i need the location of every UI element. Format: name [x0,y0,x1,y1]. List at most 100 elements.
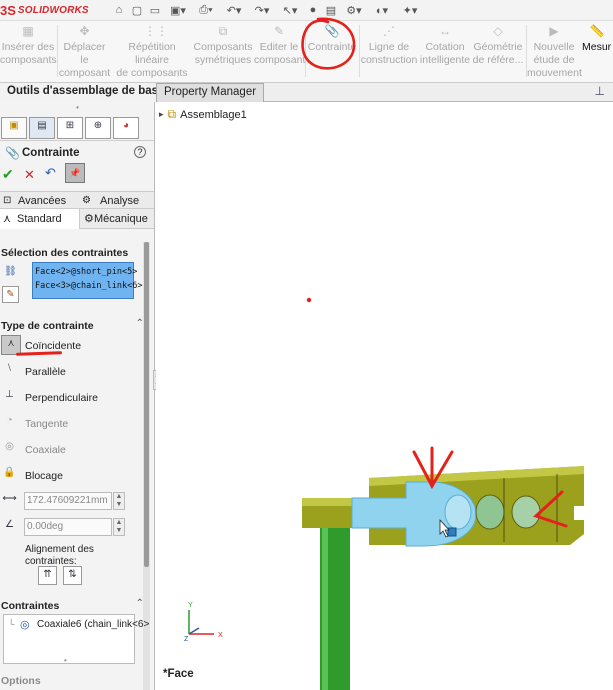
tree-line-icon: └ [8,619,15,629]
new-motion-study-button[interactable]: ▶ Nouvelle étude de mouvement [527,21,582,83]
edit-component-button[interactable]: ✎ Editer le composant [254,21,306,83]
redo-icon[interactable]: ↷▾ [248,2,276,18]
ok-check-icon[interactable]: ✔ [2,166,14,183]
subtab-advanced[interactable]: Avancées [18,195,66,207]
green-pin-highlight [322,522,328,690]
home-icon[interactable]: ⌂ [110,2,128,18]
pin-dialog-icon[interactable]: 📌 [65,163,85,183]
help-icon[interactable]: ? [134,146,146,158]
mate-alignment-label: Alignement des contraintes: [25,544,94,564]
reference-geometry-label-1: Géométrie [473,41,523,53]
options-heading: Options [1,675,41,687]
subtab-standard[interactable]: Standard [17,213,62,225]
mate-option-coincident[interactable]: Coïncidente [25,340,81,352]
reference-geometry-label-2: de référe... [472,54,524,66]
distance-icon[interactable]: ⟷ [1,491,18,508]
panel-scrollbar-thumb[interactable] [144,242,149,567]
selection-listbox[interactable]: Face<2>@short_pin<5> Face<3>@chain_link<… [32,262,142,299]
rebuild-icon[interactable]: ● [304,2,322,18]
display-icon[interactable]: ✦▾ [396,2,424,18]
move-component-button[interactable]: ✥ Déplacer le composant [58,21,111,83]
motion-study-label-2: étude de [533,54,575,66]
selection-item-1[interactable]: Face<2>@short_pin<5> [35,265,137,279]
measure-button[interactable]: 📏 Mesur [582,21,613,83]
linear-pattern-icon: ⋮⋮ [144,24,168,38]
mate-list-item[interactable]: Coaxiale6 (chain_link<6> [37,619,149,630]
edit-component-label-2: composant [254,54,306,66]
mates-listbox[interactable]: └ ◎ Coaxiale6 (chain_link<6> • [3,614,149,665]
collapse-mates-icon[interactable]: ⌃ [136,598,144,609]
tab-property-manager[interactable]: Property Manager [156,83,265,102]
origin-dot [306,297,312,303]
view-icon[interactable]: ◐▾ [368,2,396,18]
distance-field[interactable]: 172.47609221mm [24,492,112,510]
parallel-icon[interactable]: ⧵ [1,361,18,378]
undo-icon[interactable]: ↶▾ [220,2,248,18]
open-icon[interactable]: ▭ [146,2,164,18]
construction-line-label-2: construction [360,54,418,66]
tab-assembly-tools[interactable]: Outils d'assemblage de base [0,83,172,102]
cancel-x-icon[interactable]: ✕ [24,167,35,183]
subtab-standard-bg[interactable]: ⋏ Standard [0,209,80,229]
mate-option-tangent[interactable]: Tangente [25,418,68,430]
undo-mate-icon[interactable]: ↶ [45,165,56,181]
angle-icon[interactable]: ∠ [1,517,18,534]
mirror-components-button[interactable]: ⧉ Composants symétriques [193,21,253,83]
yellow-plate-left-top [302,498,356,506]
subtab-mechanical[interactable]: Mécanique [94,213,148,225]
insert-components-label-1: Insérer des [1,41,55,53]
selection-handle[interactable] [447,527,457,537]
mate-option-parallel[interactable]: Parallèle [25,366,66,378]
linear-pattern-button[interactable]: ⋮⋮ Répétition linéaire de composants [112,21,192,83]
collapse-type-icon[interactable]: ⌃ [136,318,144,329]
reference-geometry-button[interactable]: ◇ Géométrie de référe... [472,21,524,83]
model-scene: Y X Z [184,297,584,690]
triad-z-axis [188,627,200,635]
options-icon[interactable]: ⚙▾ [340,2,368,18]
display-manager-icon[interactable]: ◕ [113,117,139,139]
dimxpert-icon[interactable]: ⊕ [85,117,111,139]
listbox-handle[interactable]: • [64,656,67,665]
angle-field[interactable]: 0.00deg [24,518,112,536]
mate-option-perpendicular[interactable]: Perpendiculaire [25,392,98,404]
pin-icon[interactable]: ⊥ [595,84,605,98]
mate-paperclip-icon: 📎 [5,146,20,160]
panel-collapse-handle[interactable]: • [0,103,154,113]
solidworks-logo-text: SOLIDWORKS [17,5,89,16]
feature-manager-icon[interactable]: ▣ [1,117,27,139]
insert-components-button[interactable]: ▦ Insérer des composants [0,21,57,83]
select-icon[interactable]: ↖▾ [276,2,304,18]
distance-stepper[interactable]: ▲ ▼ [113,492,125,510]
mate-button[interactable]: 📎 Contrainte [306,21,358,83]
graphics-area[interactable]: ▸ ⧉ Assemblage1 Y X Z *Face [156,102,613,690]
multi-mate-icon[interactable]: ✎ [2,286,19,303]
measure-icon: 📏 [589,24,605,38]
insert-components-label-2: composants [0,54,57,66]
align-aligned-icon[interactable]: ⇈ [38,566,57,585]
smart-dimension-label-2: intelligente [419,54,471,66]
smart-dimension-button[interactable]: ↔ Cotation intelligente [419,21,471,83]
property-manager-icon[interactable]: ▤ [29,117,55,139]
new-icon[interactable]: ▢ [128,2,146,18]
print-icon[interactable]: ⎙▾ [192,2,220,18]
construction-line-icon: ⋰ [383,24,395,38]
mate-option-lock[interactable]: Blocage [25,470,63,482]
selection-item-2[interactable]: Face<3>@chain_link<6> [35,279,142,293]
tangent-icon[interactable]: ◔ [1,413,18,430]
construction-line-button[interactable]: ⋰ Ligne de construction [360,21,418,83]
save-icon[interactable]: ▣▾ [164,2,192,18]
linear-pattern-label-2: de composants [116,67,188,79]
construction-line-label-1: Ligne de [368,41,410,53]
smart-dimension-label-1: Cotation [425,41,465,53]
mate-option-concentric[interactable]: Coaxiale [25,444,66,456]
angle-stepper[interactable]: ▲ ▼ [113,518,125,536]
subtab-analysis[interactable]: Analyse [100,195,139,207]
lock-icon[interactable]: 🔒 [1,465,18,482]
file-props-icon[interactable]: ▤ [322,2,340,18]
mate-selection-icon: ⛓ [4,266,17,277]
edit-component-label-1: Editer le [259,41,299,53]
perpendicular-icon[interactable]: ⊥ [1,387,18,404]
align-anti-aligned-icon[interactable]: ⇅ [63,566,82,585]
concentric-icon[interactable]: ◎ [1,439,18,456]
config-manager-icon[interactable]: ⊞ [57,117,83,139]
